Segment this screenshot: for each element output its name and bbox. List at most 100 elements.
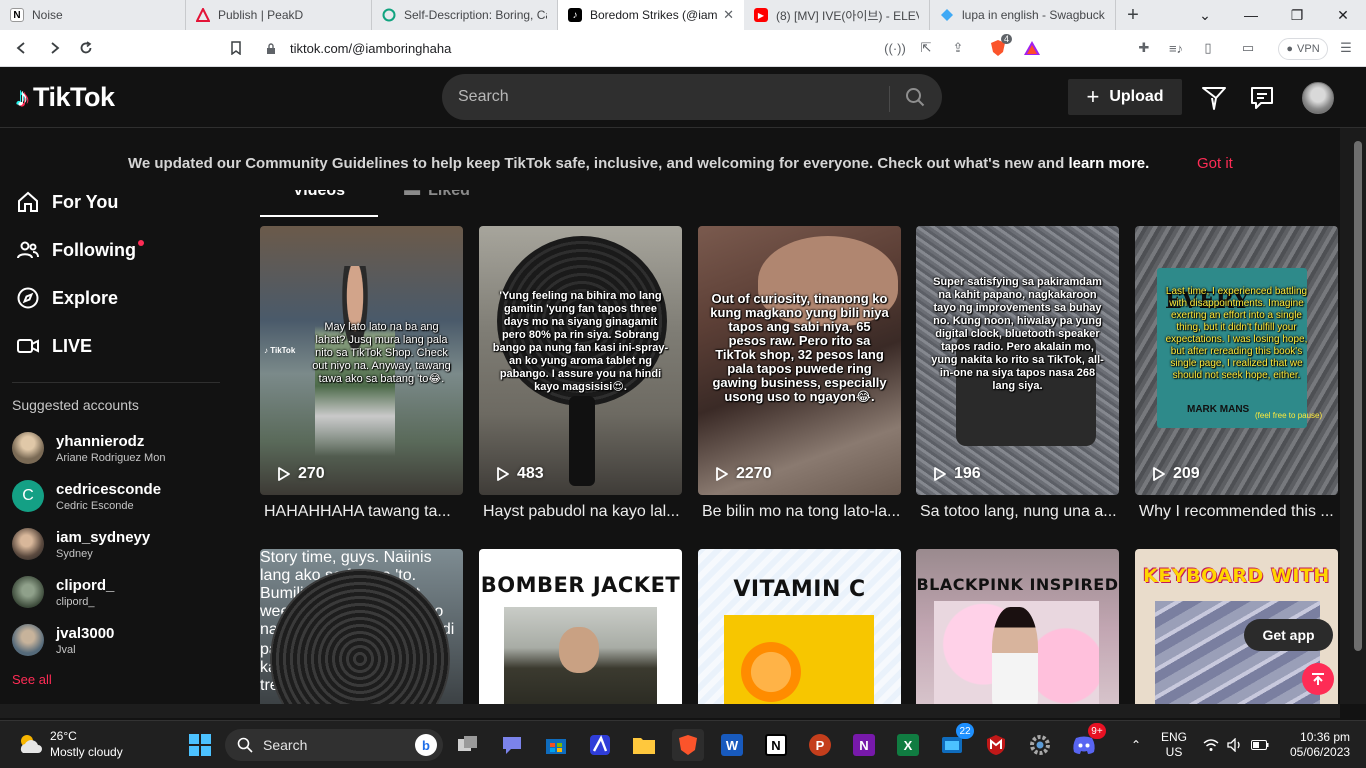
affinity-button[interactable] <box>584 729 616 761</box>
horizontal-scrollbar[interactable] <box>0 704 1340 718</box>
close-window-button[interactable]: ✕ <box>1320 0 1366 30</box>
brave-browser-button[interactable] <box>672 729 704 761</box>
nav-explore[interactable]: Explore <box>16 284 118 312</box>
search-icon[interactable] <box>905 87 925 107</box>
open-external-icon[interactable]: ⇱ <box>916 38 936 58</box>
vertical-scrollbar[interactable] <box>1340 128 1366 704</box>
share-icon[interactable]: ⇪ <box>948 38 968 58</box>
volume-icon[interactable] <box>1224 721 1246 768</box>
close-tab-icon[interactable]: ✕ <box>723 7 734 23</box>
vpn-button[interactable]: ● VPN <box>1278 38 1328 60</box>
nav-live[interactable]: LIVE <box>16 332 92 360</box>
settings-button[interactable] <box>1024 729 1056 761</box>
browser-tab-noise[interactable]: N Noise <box>0 0 186 30</box>
system-clock[interactable]: 10:36 pm 05/06/2023 <box>1290 730 1350 760</box>
video-card[interactable]: Out of curiosity, tinanong ko kung magka… <box>698 226 901 521</box>
video-card[interactable]: BOMBER JACKET <box>479 549 682 704</box>
suggested-account[interactable]: clipord_ clipord_ <box>12 572 114 612</box>
video-thumbnail[interactable]: EVERY MARK MANS Last time, I experienced… <box>1135 226 1338 495</box>
wifi-icon[interactable] <box>1200 721 1222 768</box>
mcafee-button[interactable] <box>980 729 1012 761</box>
weather-widget[interactable]: 26°C Mostly cloudy <box>16 729 123 759</box>
back-button[interactable] <box>6 32 38 64</box>
maximize-button[interactable]: ❐ <box>1274 0 1320 30</box>
teams-chat-button[interactable] <box>496 729 528 761</box>
discord-button[interactable]: 9+ <box>1068 723 1106 761</box>
video-title[interactable]: HAHAHHAHA tawang ta... <box>260 503 463 521</box>
language-indicator[interactable]: ENG US <box>1156 721 1192 768</box>
tab-liked[interactable]: ▬ Liked <box>378 190 496 209</box>
browser-tab-tiktok[interactable]: ♪ Boredom Strikes (@iam ✕ <box>558 0 744 30</box>
get-app-button[interactable]: Get app <box>1244 619 1333 651</box>
suggested-account[interactable]: jval3000 Jval <box>12 620 114 660</box>
file-explorer-button[interactable] <box>628 729 660 761</box>
suggested-account[interactable]: C cedricesconde Cedric Esconde <box>12 476 161 516</box>
tab-search-icon[interactable]: ⌄ <box>1182 0 1228 30</box>
menu-icon[interactable]: ☰ <box>1336 38 1356 58</box>
suggested-account[interactable]: iam_sydneyy Sydney <box>12 524 150 564</box>
video-thumbnail[interactable]: 'Yung feeling na bihira mo lang gamitin … <box>479 226 682 495</box>
show-hidden-icons-button[interactable]: ⌃ <box>1124 721 1148 768</box>
browser-tab-swagbucks[interactable]: lupa in english - Swagbucks <box>930 0 1116 30</box>
video-card[interactable]: VITAMIN C <box>698 549 901 704</box>
upload-button[interactable]: + Upload <box>1068 79 1182 115</box>
video-card[interactable]: BLACKPINK INSPIRED <box>916 549 1119 704</box>
video-thumbnail[interactable]: Story time, guys. Naiinis lang ako sa fa… <box>260 549 463 704</box>
inbox-icon[interactable] <box>1249 85 1275 111</box>
video-thumbnail[interactable]: VITAMIN C <box>698 549 901 704</box>
video-card[interactable]: Super satisfying sa pakiramdam na kahit … <box>916 226 1119 521</box>
browser-tab-peakd[interactable]: Publish | PeakD <box>186 0 372 30</box>
video-thumbnail[interactable]: BLACKPINK INSPIRED <box>916 549 1119 704</box>
browser-tab-chatgpt[interactable]: Self-Description: Boring, Ca <box>372 0 558 30</box>
browser-tab-youtube[interactable]: ▶ (8) [MV] IVE(아이브) - ELEVE <box>744 0 930 30</box>
user-avatar[interactable] <box>1302 82 1334 114</box>
minimize-button[interactable]: — <box>1228 0 1274 30</box>
excel-button[interactable]: X <box>892 729 924 761</box>
battery-icon[interactable] <box>1248 721 1272 768</box>
scrollbar-thumb[interactable] <box>1354 141 1362 651</box>
word-button[interactable]: W <box>716 729 748 761</box>
powerpoint-button[interactable]: P <box>804 729 836 761</box>
start-button[interactable] <box>184 729 216 761</box>
task-view-button[interactable] <box>452 729 484 761</box>
new-tab-button[interactable]: + <box>1116 0 1150 30</box>
reload-button[interactable] <box>70 32 102 64</box>
nav-for-you[interactable]: For You <box>16 190 118 216</box>
video-card[interactable]: 'Yung feeling na bihira mo lang gamitin … <box>479 226 682 521</box>
see-all-link[interactable]: See all <box>12 672 52 687</box>
video-title[interactable]: Why I recommended this ... <box>1135 503 1338 521</box>
ms-app-button[interactable]: 22 <box>936 723 974 761</box>
url-field[interactable]: tiktok.com/@iamboringhaha <box>256 35 966 62</box>
wallet-icon[interactable]: ▭ <box>1238 38 1258 58</box>
send-icon[interactable] <box>1201 85 1227 111</box>
onenote-button[interactable]: N <box>848 729 880 761</box>
brave-shields-icon[interactable]: 4 <box>988 34 1012 58</box>
back-to-top-button[interactable] <box>1302 663 1334 695</box>
video-thumbnail[interactable]: Super satisfying sa pakiramdam na kahit … <box>916 226 1119 495</box>
video-title[interactable]: Sa totoo lang, nung una a... <box>916 503 1119 521</box>
brave-rewards-icon[interactable] <box>1022 38 1042 58</box>
nav-following[interactable]: Following <box>16 236 144 264</box>
got-it-button[interactable]: Got it <box>1197 155 1233 172</box>
tiktok-logo[interactable]: ♪ TikTok <box>16 82 115 113</box>
video-title[interactable]: Hayst pabudol na kayo lal... <box>479 503 682 521</box>
media-icon[interactable]: ≡♪ <box>1166 38 1186 58</box>
suggested-account[interactable]: yhannierodz Ariane Rodriguez Mon <box>12 428 165 468</box>
bookmark-icon[interactable] <box>226 38 246 58</box>
search-input[interactable]: Search <box>442 74 942 120</box>
taskbar-search[interactable]: Search b <box>225 729 443 761</box>
microsoft-store-button[interactable] <box>540 729 572 761</box>
video-card[interactable]: EVERY MARK MANS Last time, I experienced… <box>1135 226 1338 521</box>
video-thumbnail[interactable]: BOMBER JACKET <box>479 549 682 704</box>
sidebar-toggle-icon[interactable]: ▯ <box>1198 38 1218 58</box>
video-card[interactable]: Story time, guys. Naiinis lang ako sa fa… <box>260 549 463 704</box>
forward-button[interactable] <box>38 32 70 64</box>
video-card[interactable]: ♪ TikTok May lato lato na ba ang lahat? … <box>260 226 463 521</box>
notion-button[interactable]: N <box>760 729 792 761</box>
learn-more-link[interactable]: learn more. <box>1068 155 1149 172</box>
video-title[interactable]: Be bilin mo na tong lato-la... <box>698 503 901 521</box>
video-thumbnail[interactable]: ♪ TikTok May lato lato na ba ang lahat? … <box>260 226 463 495</box>
video-thumbnail[interactable]: Out of curiosity, tinanong ko kung magka… <box>698 226 901 495</box>
cast-icon[interactable]: ((·)) <box>884 38 906 58</box>
tab-videos[interactable]: Videos <box>260 190 378 209</box>
